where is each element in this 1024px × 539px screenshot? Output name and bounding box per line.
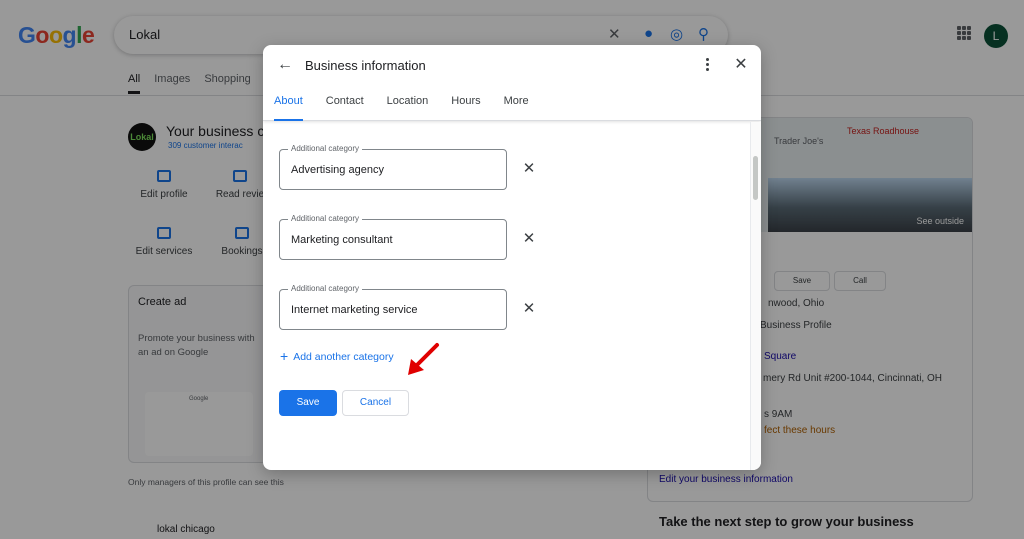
field-label: Additional category (288, 144, 363, 154)
more-options-icon[interactable] (699, 56, 715, 74)
plus-icon: + (280, 348, 289, 364)
back-arrow-icon[interactable]: ← (275, 55, 295, 75)
remove-category-icon[interactable]: ✕ (520, 230, 538, 248)
dialog-body: Additional category ✕ Additional categor… (263, 122, 761, 470)
additional-category-input[interactable] (291, 231, 491, 249)
additional-category-field[interactable]: Additional category (279, 144, 507, 190)
field-label: Additional category (288, 214, 363, 224)
cancel-button[interactable]: Cancel (342, 390, 409, 416)
add-another-category-button[interactable]: + Add another category (280, 348, 394, 364)
additional-category-field[interactable]: Additional category (279, 214, 507, 260)
additional-category-input[interactable] (291, 161, 491, 179)
tab-more[interactable]: More (504, 95, 529, 121)
tab-about[interactable]: About (274, 95, 303, 121)
close-icon[interactable]: ✕ (731, 55, 751, 75)
remove-category-icon[interactable]: ✕ (520, 160, 538, 178)
save-button[interactable]: Save (279, 390, 337, 416)
remove-category-icon[interactable]: ✕ (520, 300, 538, 318)
additional-category-input[interactable] (291, 301, 491, 319)
dialog-tabs: About Contact Location Hours More (274, 95, 529, 121)
annotation-arrow-icon (408, 343, 439, 375)
tab-contact[interactable]: Contact (326, 95, 364, 121)
tab-hours[interactable]: Hours (451, 95, 480, 121)
dialog-title: Business information (305, 58, 426, 73)
field-label: Additional category (288, 284, 363, 294)
scrollbar-thumb[interactable] (753, 156, 758, 200)
tab-location[interactable]: Location (387, 95, 429, 121)
additional-category-field[interactable]: Additional category (279, 284, 507, 330)
business-information-dialog: ← Business information ✕ About Contact L… (263, 45, 761, 470)
dialog-header: ← Business information ✕ About Contact L… (263, 45, 761, 121)
